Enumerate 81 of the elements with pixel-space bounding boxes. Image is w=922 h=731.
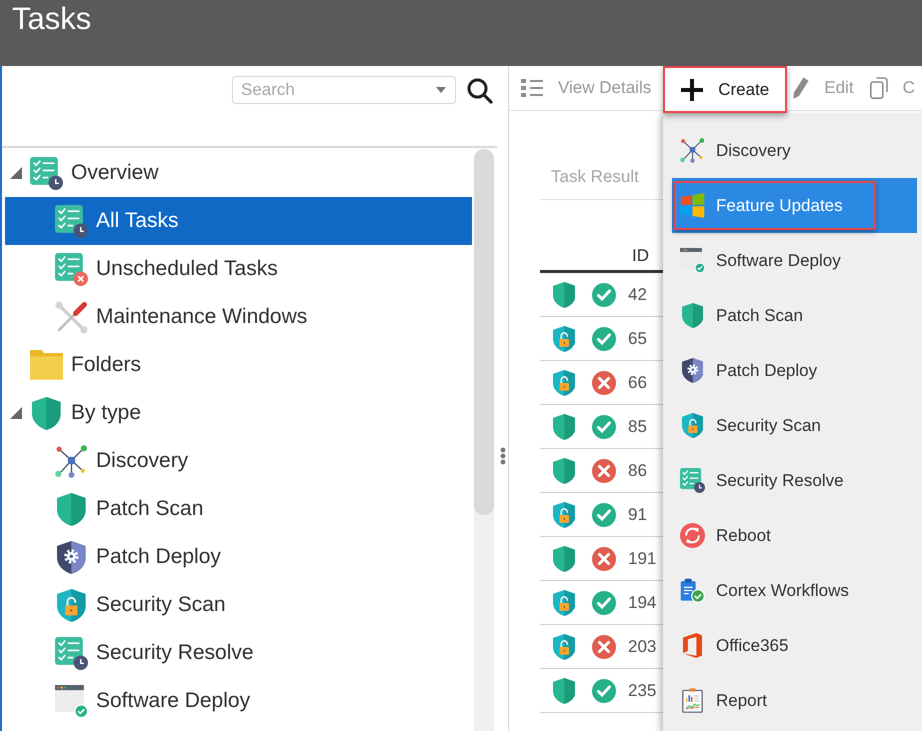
- table-cell: 91: [628, 504, 647, 524]
- menu-item[interactable]: Patch Deploy: [672, 343, 917, 398]
- office-icon: [682, 633, 702, 658]
- network-nodes-icon: [680, 138, 705, 163]
- checklist-clock-icon: [55, 636, 88, 670]
- table-cell: 65: [628, 328, 647, 348]
- checklist-clock-icon: [55, 204, 88, 238]
- shield-icon: [32, 396, 61, 430]
- menu-item[interactable]: Security Resolve: [672, 453, 917, 508]
- app-window-check-icon: [680, 248, 705, 273]
- menu-item[interactable]: Patch Scan: [672, 288, 917, 343]
- shield-icon: [552, 678, 576, 704]
- network-nodes-icon: [55, 444, 88, 478]
- tree-item[interactable]: By type: [5, 389, 472, 437]
- tree-item[interactable]: Patch Deploy: [5, 533, 472, 581]
- padlock-shield-icon: [682, 413, 704, 438]
- search-button[interactable]: [467, 78, 493, 104]
- shield-icon: [57, 492, 86, 526]
- cycle-arrows-icon: [680, 523, 705, 548]
- padlock-shield-icon: [552, 326, 576, 352]
- scrollbar-thumb[interactable]: [474, 149, 494, 515]
- copy-icon: [870, 77, 888, 99]
- table-cell: 86: [628, 460, 647, 480]
- padlock-shield-icon: [552, 634, 576, 660]
- folder-icon: [30, 350, 64, 380]
- tree-item[interactable]: Folders: [5, 341, 472, 389]
- checklist-clock-icon: [30, 156, 63, 190]
- shield-icon: [552, 282, 576, 308]
- shield-icon: [552, 414, 576, 440]
- menu-item[interactable]: Report: [672, 673, 917, 728]
- search-field[interactable]: Search: [232, 76, 456, 104]
- menu-item[interactable]: Security Scan: [672, 398, 917, 453]
- padlock-shield-icon: [552, 370, 576, 396]
- expand-toggle-icon[interactable]: [10, 167, 22, 179]
- tree-item[interactable]: Security Scan: [5, 581, 472, 629]
- wrench-screwdriver-icon: [55, 300, 88, 334]
- four-panes-icon: [680, 193, 705, 218]
- table-cell: 194: [628, 592, 656, 612]
- table-cell: 85: [628, 416, 647, 436]
- shield-icon: [552, 458, 576, 484]
- checklist-cross-icon: [55, 252, 88, 286]
- tree-item[interactable]: Maintenance Windows: [5, 293, 472, 341]
- grip-icon[interactable]: [500, 447, 506, 465]
- tree-item[interactable]: Unscheduled Tasks: [5, 245, 472, 293]
- tree-item[interactable]: Patch Scan: [5, 485, 472, 533]
- tree-item[interactable]: All Tasks: [5, 197, 472, 245]
- create-button[interactable]: Create: [663, 66, 788, 113]
- tree-item[interactable]: Discovery: [5, 437, 472, 485]
- checklist-clock-icon: [680, 468, 705, 493]
- list-icon: [521, 79, 543, 97]
- table-cell: 203: [628, 636, 656, 656]
- report-clipboard-icon: [682, 688, 703, 713]
- caret-icon[interactable]: [436, 87, 446, 93]
- menu-item[interactable]: Cortex Workflows: [672, 563, 917, 618]
- gear-shield-icon: [57, 540, 86, 574]
- table-cell: 42: [628, 284, 647, 304]
- menu-item[interactable]: Office365: [672, 618, 917, 673]
- shield-icon: [682, 303, 704, 328]
- table-cell: 191: [628, 548, 656, 568]
- expand-toggle-icon[interactable]: [10, 407, 22, 419]
- plus-icon: [681, 78, 704, 100]
- tree-item[interactable]: Security Resolve: [5, 629, 472, 677]
- menu-item[interactable]: Discovery: [672, 123, 917, 178]
- app-window-check-icon: [55, 684, 88, 718]
- pencil-icon: [791, 77, 810, 99]
- menu-item[interactable]: Software Deploy: [672, 233, 917, 288]
- padlock-shield-icon: [552, 502, 576, 528]
- table-cell: 66: [628, 372, 647, 392]
- search-icon: [467, 78, 493, 104]
- menu-item[interactable]: Feature Updates: [672, 178, 917, 233]
- tree-item[interactable]: Software Deploy: [5, 677, 472, 725]
- tree-item[interactable]: Overview: [5, 149, 472, 197]
- shield-icon: [552, 546, 576, 572]
- table-cell: 235: [628, 680, 656, 700]
- scrollbar[interactable]: [474, 149, 494, 731]
- gear-shield-icon: [682, 358, 704, 383]
- clipboard-check-icon: [680, 578, 705, 603]
- padlock-shield-icon: [552, 590, 576, 616]
- padlock-shield-icon: [57, 588, 86, 622]
- menu-item[interactable]: Reboot: [672, 508, 917, 563]
- window-title: Tasks: [12, 0, 92, 38]
